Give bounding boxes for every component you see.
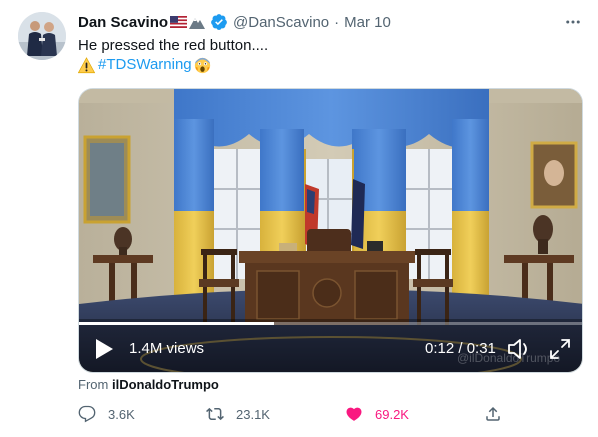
screaming-face-icon — [194, 57, 210, 73]
reply-button[interactable]: 3.6K — [78, 402, 135, 426]
hashtag-link[interactable]: #TDSWarning — [98, 55, 192, 75]
attribution-prefix: From — [78, 377, 109, 392]
separator-dot: · — [334, 13, 340, 31]
more-options-button[interactable] — [560, 12, 586, 32]
tweet-actions: 3.6K 23.1K 69.2K — [78, 402, 508, 426]
view-count: 1.4M views — [129, 340, 205, 357]
volume-icon[interactable] — [507, 338, 531, 360]
share-button[interactable] — [484, 402, 502, 426]
tweet[interactable]: Dan Scavino @DanScavino · Mar 10 He pres… — [0, 0, 598, 437]
like-count: 69.2K — [375, 406, 409, 422]
handle[interactable]: @DanScavino — [233, 14, 329, 31]
more-icon — [566, 20, 580, 24]
share-icon — [486, 406, 500, 421]
video-time: 0:12 / 0:31 — [425, 340, 496, 357]
video-controls: 1.4M views @ilDonaldoTrumpo 0:12 / 0:31 — [79, 325, 582, 372]
play-icon[interactable] — [93, 337, 115, 361]
reply-count: 3.6K — [108, 406, 135, 422]
media-attribution: From ilDonaldoTrumpo — [78, 377, 219, 392]
tweet-date[interactable]: Mar 10 — [344, 14, 391, 31]
tweet-header: Dan Scavino @DanScavino · Mar 10 — [78, 12, 391, 32]
hashtag-line: #TDSWarning — [78, 55, 211, 75]
retweet-icon — [206, 407, 224, 421]
reply-icon — [78, 405, 96, 423]
video-player[interactable]: 1.4M views @ilDonaldoTrumpo 0:12 / 0:31 — [78, 88, 583, 373]
tweet-text: He pressed the red button.... — [78, 37, 269, 54]
attribution-user-link[interactable]: ilDonaldoTrumpo — [112, 377, 219, 392]
mountain-icon — [189, 18, 206, 29]
like-button[interactable]: 69.2K — [345, 402, 409, 426]
display-name[interactable]: Dan Scavino — [78, 14, 168, 31]
retweet-button[interactable]: 23.1K — [206, 402, 270, 426]
heart-icon — [346, 407, 362, 421]
fullscreen-icon[interactable] — [549, 338, 571, 360]
name-emoji-flags — [170, 15, 206, 29]
us-flag-icon — [170, 16, 188, 28]
verified-badge-icon — [211, 14, 227, 30]
avatar[interactable] — [18, 12, 66, 60]
warning-icon — [78, 56, 95, 73]
retweet-count: 23.1K — [236, 406, 270, 422]
